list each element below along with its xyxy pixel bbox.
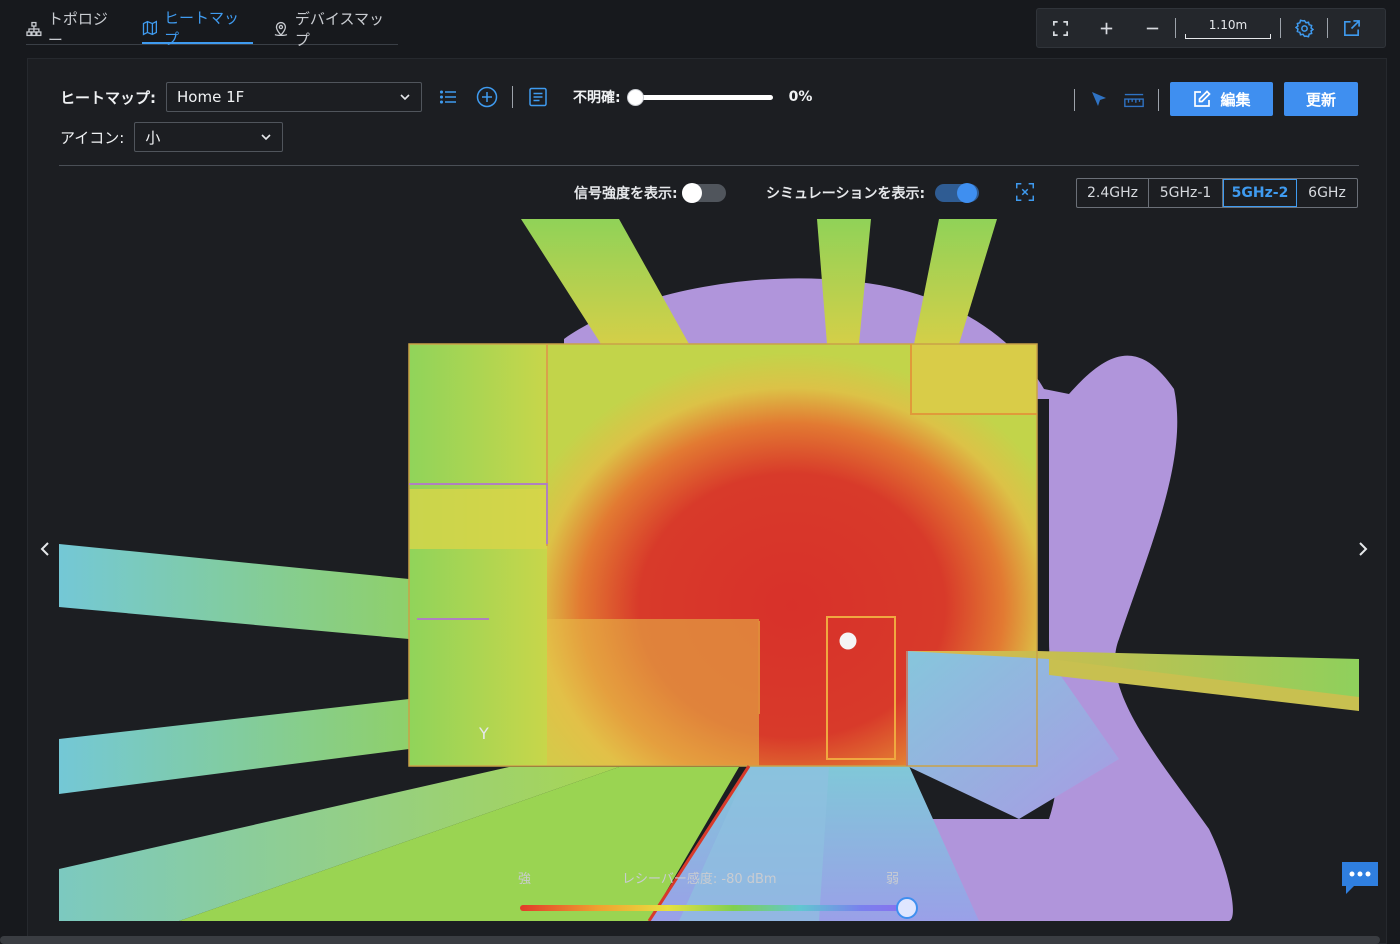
update-button[interactable]: 更新 — [1284, 82, 1358, 116]
select-tool-button[interactable] — [1088, 87, 1110, 113]
band-5ghz-1[interactable]: 5GHz-1 — [1149, 179, 1223, 207]
tab-topology-label: トポロジー — [47, 10, 108, 49]
zoom-out-button[interactable] — [1129, 8, 1175, 48]
simulation-toggle-row: シミュレーションを表示: — [766, 179, 980, 207]
tab-heatmap-label: ヒートマップ — [163, 9, 239, 48]
legend-weak-label: 弱 — [886, 872, 900, 887]
chat-bubble-icon — [1342, 862, 1378, 894]
room-left — [409, 344, 547, 766]
map-scale: 1.10m — [1176, 8, 1280, 48]
simulation-toggle[interactable] — [935, 183, 980, 203]
settings-button[interactable] — [1281, 8, 1327, 48]
chevron-down-icon — [400, 94, 410, 101]
icon-size-value: 小 — [145, 128, 161, 147]
signal-strength-toggle[interactable] — [681, 183, 726, 203]
fit-to-screen-button[interactable] — [1013, 179, 1037, 205]
map-toolbar: 1.10m — [1036, 8, 1386, 48]
cursor-icon — [1092, 92, 1106, 106]
gear-icon — [1294, 18, 1314, 38]
heatmap-label: ヒートマップ: — [60, 88, 156, 107]
signal-strength-label: 信号強度を表示: — [574, 186, 678, 202]
edit-icon — [1194, 90, 1212, 107]
map-scale-label: 1.10m — [1208, 17, 1248, 32]
signal-gradient-bar — [520, 905, 908, 911]
open-external-button[interactable] — [1328, 8, 1374, 48]
ruler-icon — [1124, 93, 1144, 108]
fullscreen-button[interactable] — [1037, 8, 1083, 48]
chevron-down-icon — [261, 134, 271, 141]
simulation-label: シミュレーションを表示: — [766, 186, 926, 202]
signal-strength-toggle-row: 信号強度を表示: — [574, 179, 726, 207]
plus-circle-icon — [476, 86, 498, 108]
coverage-beam — [521, 219, 689, 344]
topology-icon — [26, 21, 42, 37]
update-button-label: 更新 — [1305, 90, 1336, 109]
icon-size-row: アイコン: 小 — [60, 122, 284, 152]
opacity-slider-handle[interactable] — [626, 89, 644, 106]
tools-divider — [1074, 89, 1075, 111]
list-button[interactable] — [438, 86, 460, 108]
tab-device-map-label: デバイスマップ — [294, 10, 385, 49]
coverage-beam — [914, 219, 997, 344]
band-2-4ghz[interactable]: 2.4GHz — [1077, 179, 1149, 207]
band-6ghz[interactable]: 6GHz — [1297, 179, 1357, 207]
opacity-value: 0% — [788, 89, 813, 105]
zoom-in-button[interactable] — [1083, 8, 1129, 48]
coverage-beam — [59, 699, 409, 794]
band-selector: 2.4GHz 5GHz-1 5GHz-2 6GHz — [1076, 178, 1358, 208]
fullscreen-icon — [1052, 20, 1068, 36]
next-map-button[interactable] — [1354, 541, 1370, 561]
tab-device-map[interactable]: デバイスマップ — [273, 10, 398, 49]
coverage-beam — [59, 544, 409, 639]
controls-divider — [512, 86, 513, 108]
opacity-slider-track — [630, 95, 773, 100]
zoom-out-icon — [1146, 27, 1158, 29]
heatmap-panel: ヒートマップ: Home 1F 不明確: 0% 編集 更新 アイコン: 小 信号… — [27, 58, 1387, 944]
list-icon — [439, 90, 456, 104]
tools-divider — [1158, 89, 1159, 111]
heatmap-select[interactable]: Home 1F — [166, 82, 422, 112]
add-heatmap-button[interactable] — [476, 86, 498, 108]
legend-strong-label: 強 — [518, 872, 532, 887]
heatmap-canvas[interactable]: Y — [59, 219, 1359, 921]
prev-map-button[interactable] — [38, 541, 54, 561]
heatmap-controls-row: ヒートマップ: Home 1F 不明確: 0% — [60, 82, 812, 112]
measure-tool-button[interactable] — [1122, 87, 1146, 113]
report-button[interactable] — [527, 86, 549, 108]
access-point-marker[interactable] — [839, 632, 857, 650]
chevron-left-icon — [40, 542, 49, 556]
chat-button[interactable] — [1340, 860, 1380, 896]
icon-size-label: アイコン: — [60, 128, 125, 147]
chevron-right-icon — [1359, 542, 1368, 556]
document-icon — [529, 87, 547, 107]
horizontal-scrollbar[interactable] — [0, 936, 1380, 944]
section-divider — [59, 165, 1359, 166]
external-link-icon — [1343, 19, 1360, 36]
signal-legend — [520, 897, 918, 939]
icon-size-select[interactable]: 小 — [134, 122, 284, 152]
map-scale-bar — [1185, 33, 1271, 39]
receiver-sensitivity-label: レシーバー感度: -80 dBm — [622, 872, 777, 887]
edit-button[interactable]: 編集 — [1170, 82, 1273, 116]
opacity-slider[interactable] — [626, 89, 773, 106]
edit-button-label: 編集 — [1220, 90, 1251, 109]
room-left-wedge — [409, 489, 547, 549]
opacity-label: 不明確: — [573, 90, 621, 106]
receiver-sensitivity-handle[interactable] — [896, 897, 918, 919]
device-marker[interactable]: Y — [478, 724, 489, 743]
location-pin-icon — [274, 21, 288, 36]
toggle-knob — [681, 183, 702, 203]
fit-screen-icon — [1016, 183, 1034, 201]
top-bar: トポロジー ヒートマップ デバイスマップ 1.10m — [0, 0, 1400, 56]
band-5ghz-2[interactable]: 5GHz-2 — [1223, 179, 1297, 207]
tab-heatmap[interactable]: ヒートマップ — [142, 9, 254, 48]
map-icon — [142, 20, 158, 36]
room-core-left-wedge — [547, 619, 759, 766]
tab-topology[interactable]: トポロジー — [26, 10, 122, 49]
view-tabs: トポロジー ヒートマップ デバイスマップ — [26, 9, 398, 49]
room-upper-right — [911, 344, 1037, 414]
zoom-in-icon — [1100, 22, 1112, 34]
heatmap-select-value: Home 1F — [177, 88, 245, 106]
toggle-knob — [957, 183, 978, 203]
